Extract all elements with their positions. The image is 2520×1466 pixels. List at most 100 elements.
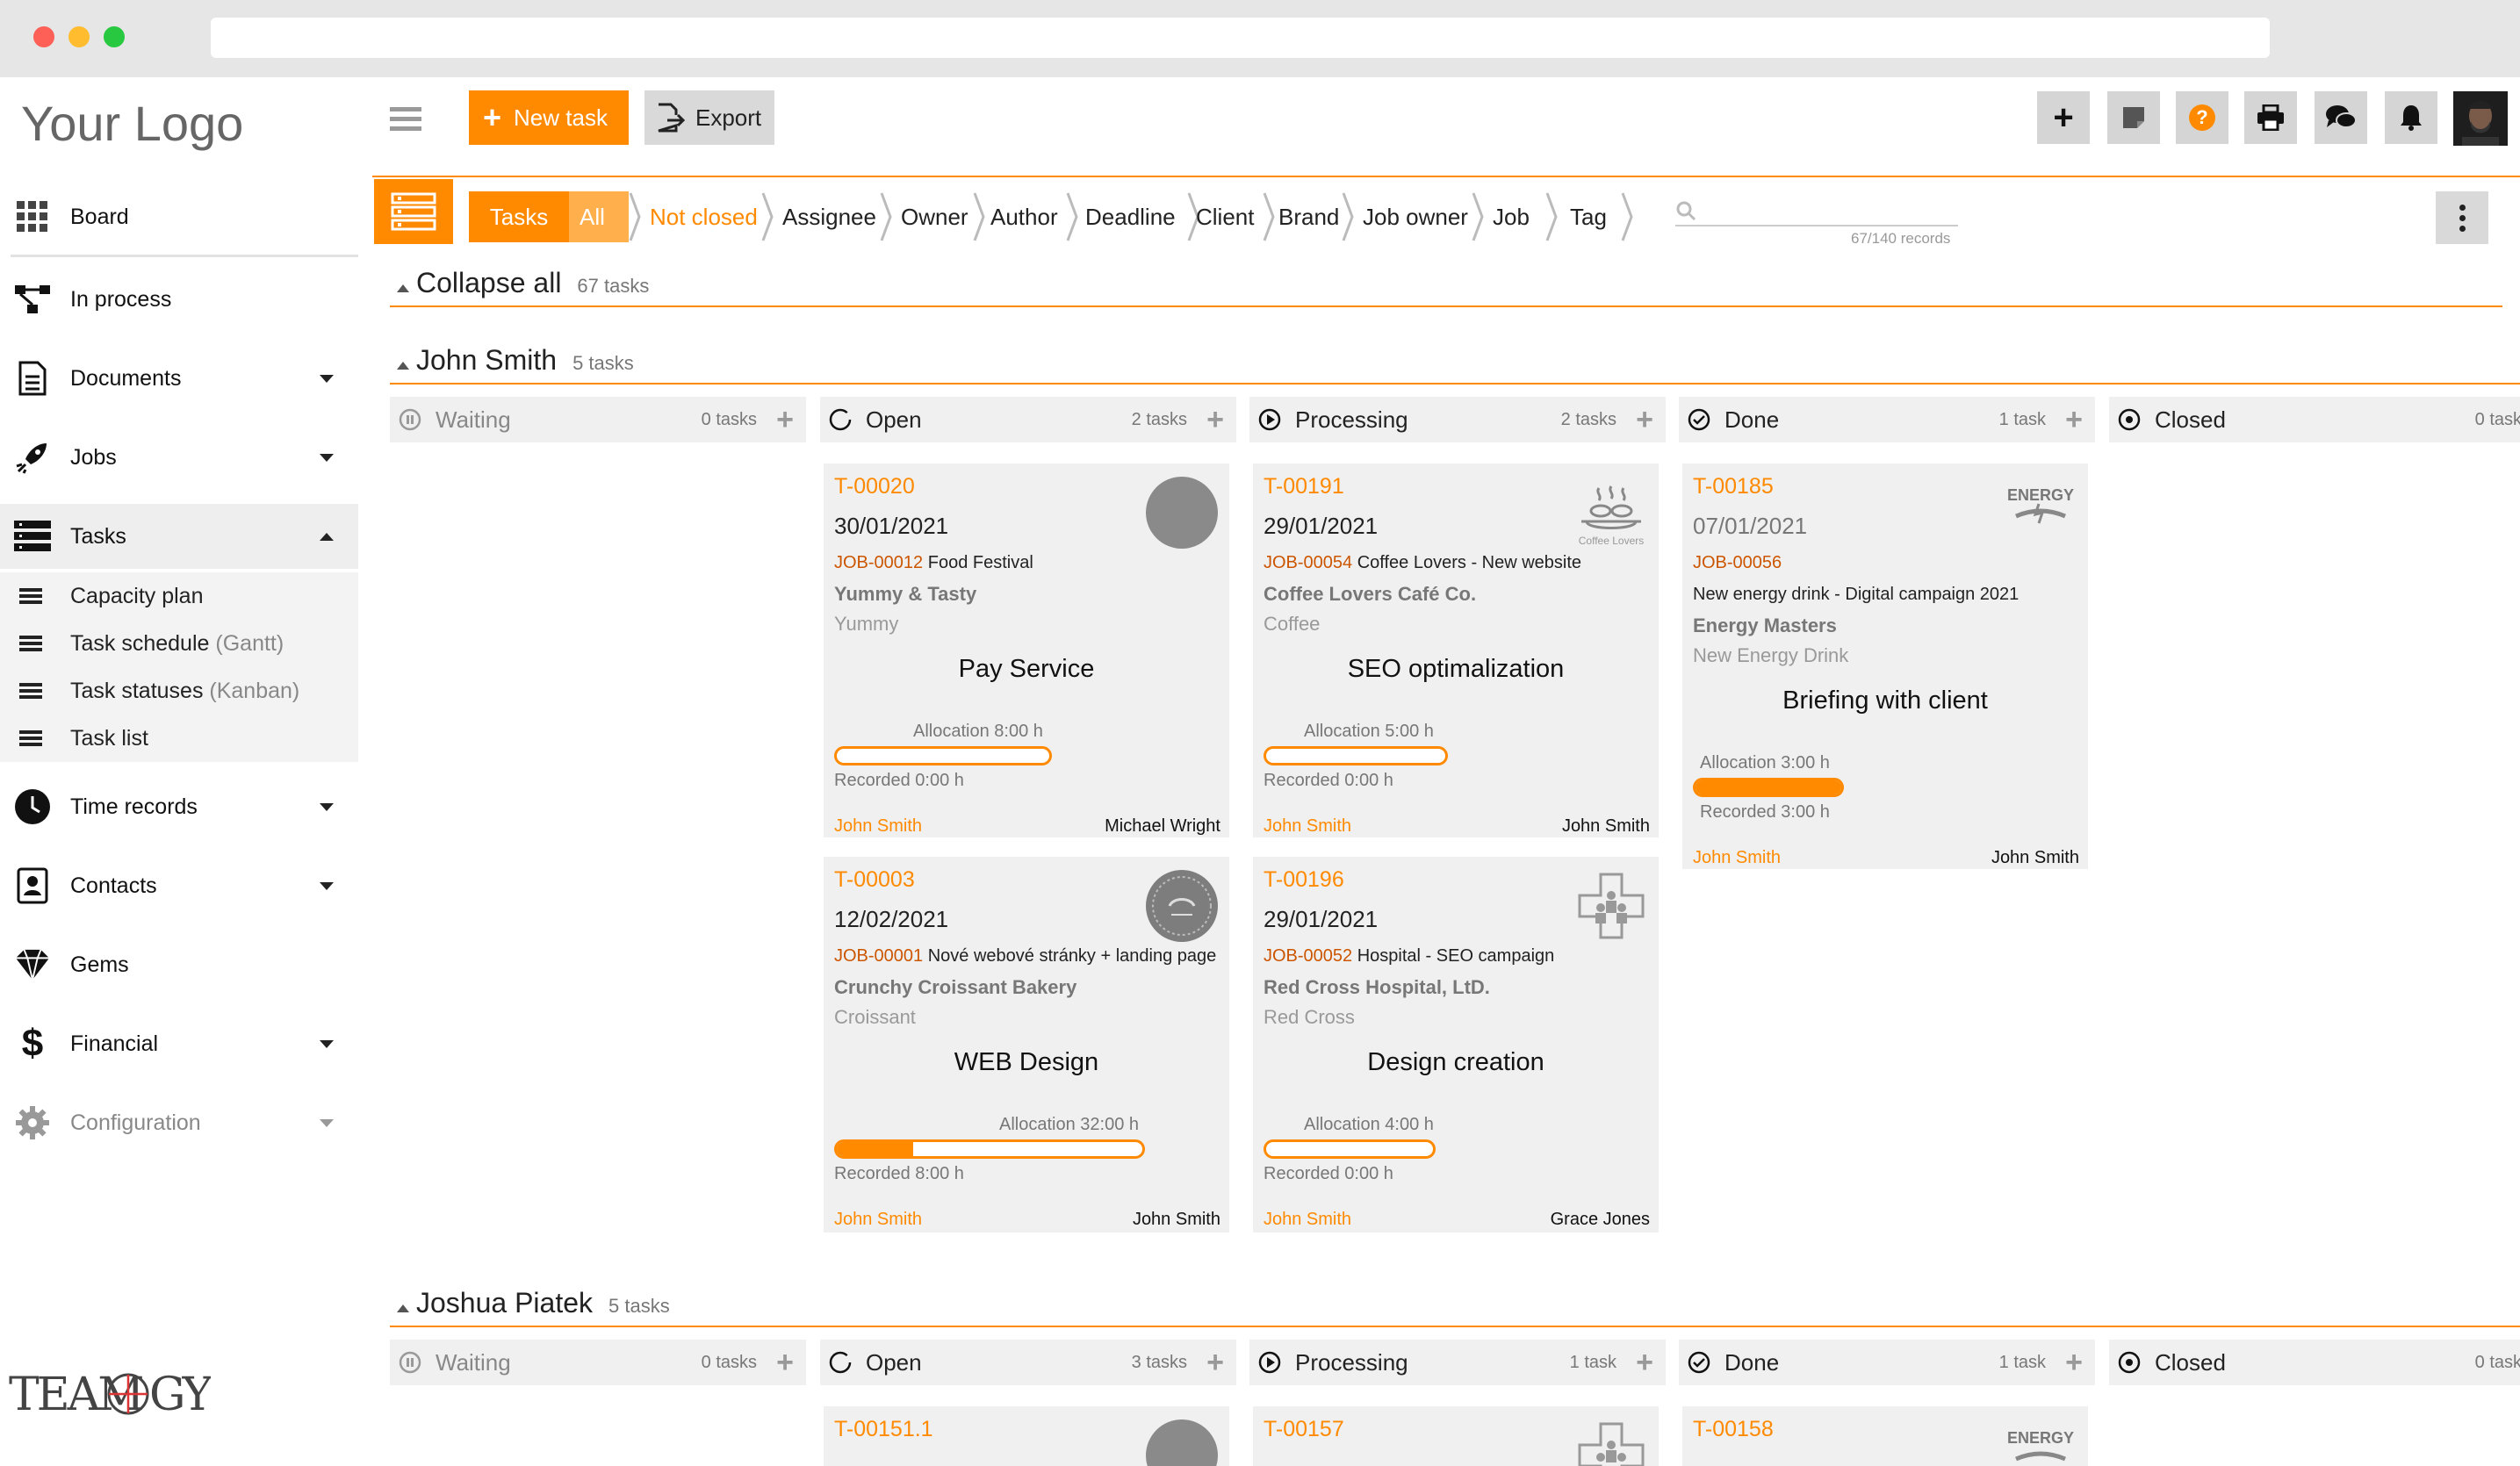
add-task-plus-icon[interactable]: + xyxy=(1636,403,1653,437)
minimize-window-dot[interactable] xyxy=(68,26,90,47)
quick-add-button[interactable]: + xyxy=(2037,91,2090,144)
sidebar-item-jobs[interactable]: Jobs xyxy=(0,425,358,490)
sidebar-item-documents[interactable]: Documents xyxy=(0,346,358,411)
export-button[interactable]: Export xyxy=(644,90,774,145)
sidebar-subitem-capacity-plan[interactable]: Capacity plan xyxy=(0,572,358,620)
task-id[interactable]: T-00020 xyxy=(834,474,915,499)
sidebar-subitem-task-schedule[interactable]: Task schedule (Gantt) xyxy=(0,620,358,667)
notes-button[interactable] xyxy=(2107,91,2160,144)
chat-button[interactable] xyxy=(2315,91,2367,144)
hamburger-menu-icon[interactable] xyxy=(390,107,421,132)
filter-not-closed[interactable]: Not closed xyxy=(650,191,758,242)
status-column-processing[interactable]: Processing 2 tasks + xyxy=(1249,397,1666,442)
task-id[interactable]: T-00185 xyxy=(1693,474,1774,499)
status-column-closed[interactable]: Closed 0 tasks xyxy=(2109,397,2520,442)
company-logo[interactable]: Your Logo xyxy=(21,95,243,152)
search-input[interactable] xyxy=(1675,225,1958,226)
chevron-down-icon[interactable] xyxy=(320,1039,334,1048)
status-column-open[interactable]: Open 3 tasks + xyxy=(820,1340,1236,1385)
task-card[interactable]: T-00196 29/01/2021 JOB-00052 Hospital - … xyxy=(1253,857,1659,1232)
filter-tag[interactable]: Tag xyxy=(1570,191,1607,242)
task-id[interactable]: T-00191 xyxy=(1264,474,1344,499)
collapse-all[interactable]: Collapse all 67 tasks xyxy=(397,267,649,299)
assignee[interactable]: John Smith xyxy=(1264,816,1351,837)
task-card[interactable]: T-00185 07/01/2021 ENERGY JOB-00056 New … xyxy=(1682,464,2088,869)
assignee[interactable]: John Smith xyxy=(834,1210,922,1230)
assignee[interactable]: John Smith xyxy=(1693,848,1781,868)
zoom-window-dot[interactable] xyxy=(104,26,125,47)
job-id[interactable]: JOB-00056 xyxy=(1693,553,1782,572)
help-button[interactable]: ? xyxy=(2176,91,2228,144)
chevron-down-icon[interactable] xyxy=(320,1118,334,1127)
add-task-plus-icon[interactable]: + xyxy=(776,403,794,437)
add-task-plus-icon[interactable]: + xyxy=(2065,403,2083,437)
add-task-plus-icon[interactable]: + xyxy=(776,1346,794,1380)
task-card[interactable]: T-00003 12/02/2021 JOB-00001 Nové webové… xyxy=(824,857,1229,1232)
address-bar[interactable] xyxy=(211,18,2270,58)
job-id[interactable]: JOB-00052 xyxy=(1264,946,1352,966)
filter-job-owner[interactable]: Job owner xyxy=(1363,191,1468,242)
filter-assignee[interactable]: Assignee xyxy=(782,191,876,242)
filter-all[interactable]: All xyxy=(569,191,629,242)
add-task-plus-icon[interactable]: + xyxy=(1636,1346,1653,1380)
close-window-dot[interactable] xyxy=(33,26,54,47)
filter-client[interactable]: Client xyxy=(1196,191,1254,242)
filter-deadline[interactable]: Deadline xyxy=(1085,191,1176,242)
task-id[interactable]: T-00158 xyxy=(1693,1417,1774,1442)
filter-author[interactable]: Author xyxy=(990,191,1058,242)
chevron-down-icon[interactable] xyxy=(320,453,334,462)
filter-owner[interactable]: Owner xyxy=(901,191,968,242)
task-card[interactable]: T-00020 30/01/2021 JOB-00012 Food Festiv… xyxy=(824,464,1229,837)
task-card[interactable]: T-00158 ENERGY xyxy=(1682,1406,2088,1466)
filter-job[interactable]: Job xyxy=(1493,191,1530,242)
task-id[interactable]: T-00196 xyxy=(1264,867,1344,893)
print-button[interactable] xyxy=(2244,91,2297,144)
avatar[interactable] xyxy=(2453,91,2508,146)
sidebar-item-board[interactable]: Board xyxy=(0,184,358,249)
sidebar-item-financial[interactable]: $ Financial xyxy=(0,1011,358,1076)
sidebar-item-configuration[interactable]: Configuration xyxy=(0,1090,358,1155)
task-card[interactable]: T-00157 xyxy=(1253,1406,1659,1466)
sidebar-subitem-task-statuses[interactable]: Task statuses (Kanban) xyxy=(0,667,358,715)
task-id[interactable]: T-00151.1 xyxy=(834,1417,933,1442)
sidebar-item-contacts[interactable]: Contacts xyxy=(0,853,358,918)
status-column-waiting[interactable]: Waiting 0 tasks + xyxy=(390,1340,806,1385)
sidebar-item-gems[interactable]: Gems xyxy=(0,932,358,997)
task-card[interactable]: T-00151.1 xyxy=(824,1406,1229,1466)
sidebar-item-tasks[interactable]: Tasks xyxy=(0,504,358,569)
status-column-processing[interactable]: Processing 1 task + xyxy=(1249,1340,1666,1385)
more-options-button[interactable] xyxy=(2436,191,2488,244)
status-column-closed[interactable]: Closed 0 tasks xyxy=(2109,1340,2520,1385)
status-column-open[interactable]: Open 2 tasks + xyxy=(820,397,1236,442)
notifications-button[interactable] xyxy=(2385,91,2437,144)
task-card[interactable]: T-00191 29/01/2021 Coffee Lovers JOB-000… xyxy=(1253,464,1659,837)
add-task-plus-icon[interactable]: + xyxy=(1206,403,1224,437)
chevron-down-icon[interactable] xyxy=(320,802,334,811)
status-column-done[interactable]: Done 1 task + xyxy=(1679,397,2095,442)
add-task-plus-icon[interactable]: + xyxy=(1206,1346,1224,1380)
chevron-down-icon[interactable] xyxy=(320,881,334,890)
sidebar-item-time-records[interactable]: Time records xyxy=(0,774,358,839)
status-column-done[interactable]: Done 1 task + xyxy=(1679,1340,2095,1385)
chevron-down-icon[interactable] xyxy=(320,374,334,383)
view-switch-button[interactable] xyxy=(374,179,453,244)
add-task-plus-icon[interactable]: + xyxy=(2065,1346,2083,1380)
job-id[interactable]: JOB-00001 xyxy=(834,946,923,966)
new-task-button[interactable]: + New task xyxy=(469,90,629,145)
group-header[interactable]: Joshua Piatek 5 tasks xyxy=(397,1287,670,1319)
filter-brand[interactable]: Brand xyxy=(1278,191,1339,242)
assignee[interactable]: John Smith xyxy=(1264,1210,1351,1230)
sidebar-subitem-task-list[interactable]: Task list xyxy=(0,715,358,762)
task-id[interactable]: T-00157 xyxy=(1264,1417,1344,1442)
assignee[interactable]: John Smith xyxy=(834,816,922,837)
sidebar-item-in-process[interactable]: In process xyxy=(0,267,358,332)
filter-tasks[interactable]: Tasks xyxy=(469,191,569,242)
job-id[interactable]: JOB-00012 xyxy=(834,553,923,572)
search-icon[interactable] xyxy=(1675,200,1696,221)
status-column-waiting[interactable]: Waiting 0 tasks + xyxy=(390,397,806,442)
group-header[interactable]: John Smith 5 tasks xyxy=(397,344,634,377)
clock-icon xyxy=(14,788,51,825)
job-id[interactable]: JOB-00054 xyxy=(1264,553,1352,572)
task-id[interactable]: T-00003 xyxy=(834,867,915,893)
chevron-up-icon[interactable] xyxy=(320,532,334,541)
